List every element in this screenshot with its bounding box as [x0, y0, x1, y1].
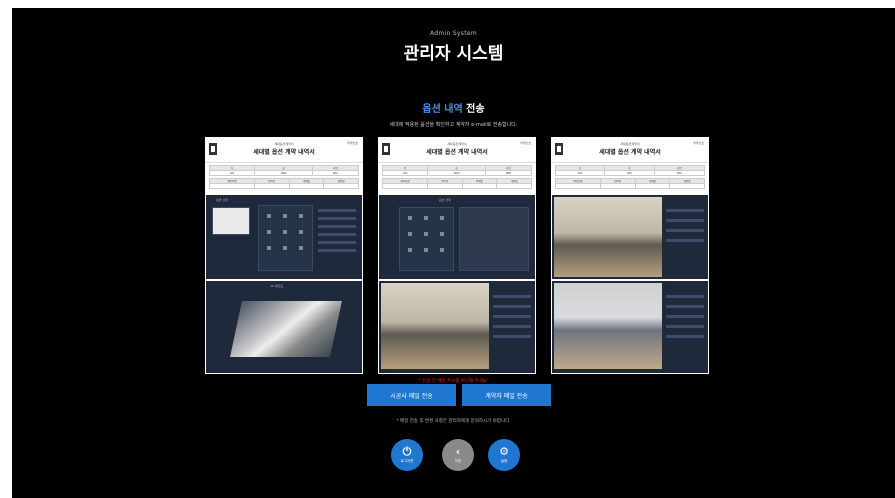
table-cell: [288, 183, 325, 189]
plan-thumbnail: [212, 207, 250, 235]
section-description: 세대에 적용된 옵션을 확인하고 계약자 e-mail로 전송합니다.: [389, 122, 518, 128]
kitchen-photo-screenshot: 주방: [552, 281, 708, 373]
table-cell: 103: [554, 170, 606, 176]
doc-title: 세대별 옵션 계약 내역서: [426, 149, 488, 156]
power-icon: ⏻: [402, 445, 412, 458]
document-preview-1[interactable]: 계약번호 세대옵션계약서 세대별 옵션 계약 내역서 동 호 타입 101 1001 8…: [205, 137, 363, 374]
doc-contract-table: 계약자명 연락처 이메일 계약일: [209, 178, 359, 189]
option-panel-screenshot: 평면 선택: [206, 195, 362, 279]
section-title-rest: 전송: [462, 104, 485, 115]
table-cell: [555, 183, 601, 189]
table-cell: 905: [604, 170, 655, 176]
panel-label: 3D 평면도: [270, 284, 284, 288]
panel-label: 평면 선택: [216, 198, 228, 202]
room-photo: [381, 283, 489, 369]
table-cell: 84B: [484, 170, 533, 176]
doc-subtitle: 세대옵션계약서: [447, 142, 467, 146]
table-cell: [669, 183, 705, 189]
table-cell: 84A: [311, 170, 360, 176]
preview-area: [459, 207, 529, 271]
option-grid: [399, 207, 454, 271]
table-cell: [496, 183, 532, 189]
back-label: 이전: [454, 459, 462, 463]
doc-header: 계약번호 세대옵션계약서 세대별 옵션 계약 내역서: [205, 137, 363, 163]
table-cell: [253, 183, 290, 189]
chevron-left-icon: ‹: [455, 445, 461, 458]
doc-subtitle: 세대옵션계약서: [620, 142, 640, 146]
page-title: 관리자 시스템: [403, 44, 504, 64]
hallway-photo: [554, 197, 662, 277]
settings-label: 설정: [500, 459, 508, 463]
logout-button[interactable]: ⏻ 로그아웃: [391, 439, 423, 471]
panel-label: 옵션 선택: [439, 198, 451, 202]
table-cell: [323, 183, 359, 189]
header-subtitle: Admin System: [429, 30, 477, 37]
footer-note: * 메일 전송 후 변경 사항은 관리자에게 문의하시기 바랍니다.: [396, 419, 511, 424]
doc-info-table: 동 호 타입 101 1001 84A: [208, 165, 360, 176]
doc-info-table: 동 호 타입 103 905 59A: [554, 165, 706, 176]
table-cell: 1203: [427, 170, 486, 176]
table-cell: 102: [381, 170, 429, 176]
doc-contract-table: 계약자명 연락처 이메일 계약일: [555, 178, 705, 189]
section-title: 옵션 내역 전송: [12, 100, 895, 115]
app-frame: Admin System 관리자 시스템 옵션 내역 전송 세대에 적용된 옵션…: [12, 8, 895, 498]
doc-info-table: 동 호 타입 102 1203 84B: [381, 165, 533, 176]
logout-label: 로그아웃: [400, 459, 414, 463]
table-cell: [426, 183, 463, 189]
option-grid: [258, 205, 313, 271]
floorplan-3d-image: [230, 301, 342, 357]
table-cell: [634, 183, 671, 189]
settings-button[interactable]: ⚙ 설정: [488, 439, 520, 471]
option-panel-screenshot: 옵션 선택: [379, 195, 535, 279]
room-photo-screenshot: 거실: [379, 281, 535, 373]
send-contractor-email-button[interactable]: 계약자 메일 전송: [462, 384, 551, 406]
doc-header: 계약번호 세대옵션계약서 세대별 옵션 계약 내역서: [378, 137, 536, 163]
doc-title: 세대별 옵션 계약 내역서: [253, 149, 315, 156]
table-cell: 59A: [653, 170, 706, 176]
table-cell: [461, 183, 498, 189]
doc-title: 세대별 옵션 계약 내역서: [599, 149, 661, 156]
table-cell: [382, 183, 428, 189]
section-title-accent: 옵션 내역: [422, 104, 463, 115]
table-cell: [209, 183, 255, 189]
doc-contract-table: 계약자명 연락처 이메일 계약일: [382, 178, 532, 189]
document-preview-2[interactable]: 계약번호 세대옵션계약서 세대별 옵션 계약 내역서 동 호 타입 102 1203 8…: [378, 137, 536, 374]
hallway-photo-screenshot: 현관: [552, 195, 708, 279]
gear-icon: ⚙: [499, 445, 509, 458]
back-button[interactable]: ‹ 이전: [442, 439, 474, 471]
doc-header: 계약번호 세대옵션계약서 세대별 옵션 계약 내역서: [551, 137, 709, 163]
doc-subtitle: 세대옵션계약서: [274, 142, 294, 146]
floorplan-3d-screenshot: 3D 평면도: [206, 281, 362, 373]
send-builder-email-button[interactable]: 시공사 메일 전송: [367, 384, 456, 406]
kitchen-photo: [554, 283, 662, 369]
table-cell: 101: [208, 170, 256, 176]
document-preview-3[interactable]: 계약번호 세대옵션계약서 세대별 옵션 계약 내역서 동 호 타입 103 905 59…: [551, 137, 709, 374]
table-cell: 1001: [254, 170, 313, 176]
table-cell: [599, 183, 636, 189]
